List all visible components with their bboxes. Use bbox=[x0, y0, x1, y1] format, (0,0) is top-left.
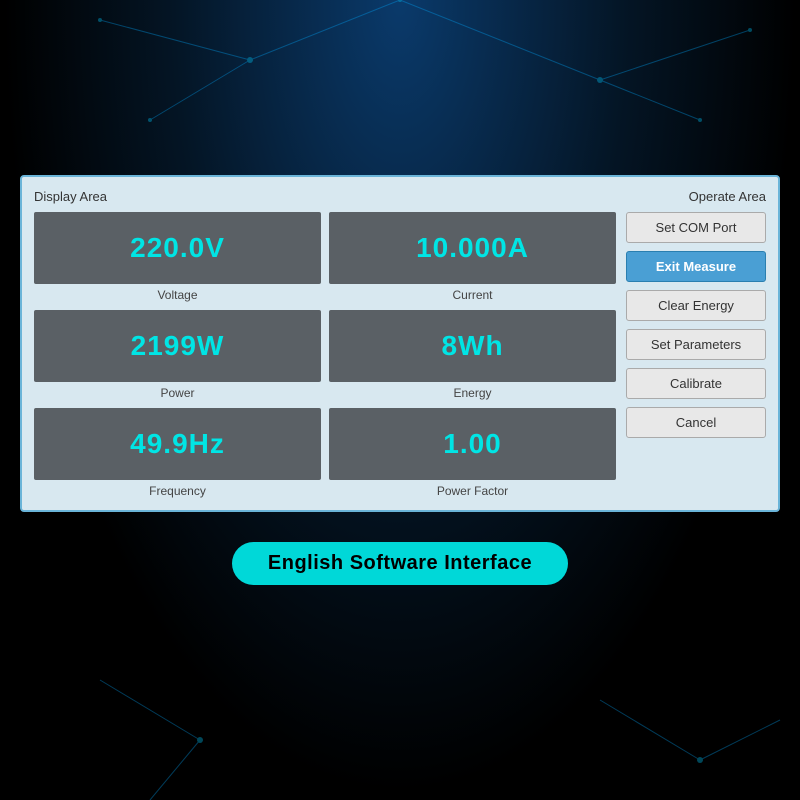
metric-voltage: 220.0V Voltage bbox=[34, 212, 321, 302]
metric-power: 2199W Power bbox=[34, 310, 321, 400]
operate-area-label: Operate Area bbox=[626, 189, 766, 204]
clear-energy-button[interactable]: Clear Energy bbox=[626, 290, 766, 321]
power-value: 2199W bbox=[131, 330, 225, 362]
current-label: Current bbox=[452, 288, 492, 302]
power-factor-value: 1.00 bbox=[443, 428, 502, 460]
display-area: Display Area 220.0V Voltage 10.000A bbox=[34, 189, 616, 498]
frequency-display: 49.9Hz bbox=[34, 408, 321, 480]
metric-power-factor: 1.00 Power Factor bbox=[329, 408, 616, 498]
display-area-label: Display Area bbox=[34, 189, 616, 204]
energy-display: 8Wh bbox=[329, 310, 616, 382]
voltage-label: Voltage bbox=[157, 288, 197, 302]
energy-label: Energy bbox=[453, 386, 491, 400]
set-com-port-button[interactable]: Set COM Port bbox=[626, 212, 766, 243]
voltage-display: 220.0V bbox=[34, 212, 321, 284]
energy-value: 8Wh bbox=[441, 330, 503, 362]
calibrate-button[interactable]: Calibrate bbox=[626, 368, 766, 399]
background: Display Area 220.0V Voltage 10.000A bbox=[0, 0, 800, 800]
cancel-button[interactable]: Cancel bbox=[626, 407, 766, 438]
app-window: Display Area 220.0V Voltage 10.000A bbox=[20, 175, 780, 512]
set-parameters-button[interactable]: Set Parameters bbox=[626, 329, 766, 360]
metrics-grid: 220.0V Voltage 10.000A Current bbox=[34, 212, 616, 498]
power-factor-display: 1.00 bbox=[329, 408, 616, 480]
power-display: 2199W bbox=[34, 310, 321, 382]
operate-area: Operate Area Set COM Port Exit Measure C… bbox=[626, 189, 766, 498]
bottom-label: English Software Interface bbox=[232, 542, 568, 585]
current-display: 10.000A bbox=[329, 212, 616, 284]
bottom-label-wrap: English Software Interface bbox=[232, 542, 568, 585]
metric-frequency: 49.9Hz Frequency bbox=[34, 408, 321, 498]
metric-current: 10.000A Current bbox=[329, 212, 616, 302]
frequency-label: Frequency bbox=[149, 484, 206, 498]
exit-measure-button[interactable]: Exit Measure bbox=[626, 251, 766, 282]
voltage-value: 220.0V bbox=[130, 232, 225, 264]
power-factor-label: Power Factor bbox=[437, 484, 508, 498]
metric-energy: 8Wh Energy bbox=[329, 310, 616, 400]
frequency-value: 49.9Hz bbox=[130, 428, 225, 460]
current-value: 10.000A bbox=[416, 232, 529, 264]
power-label: Power bbox=[160, 386, 194, 400]
